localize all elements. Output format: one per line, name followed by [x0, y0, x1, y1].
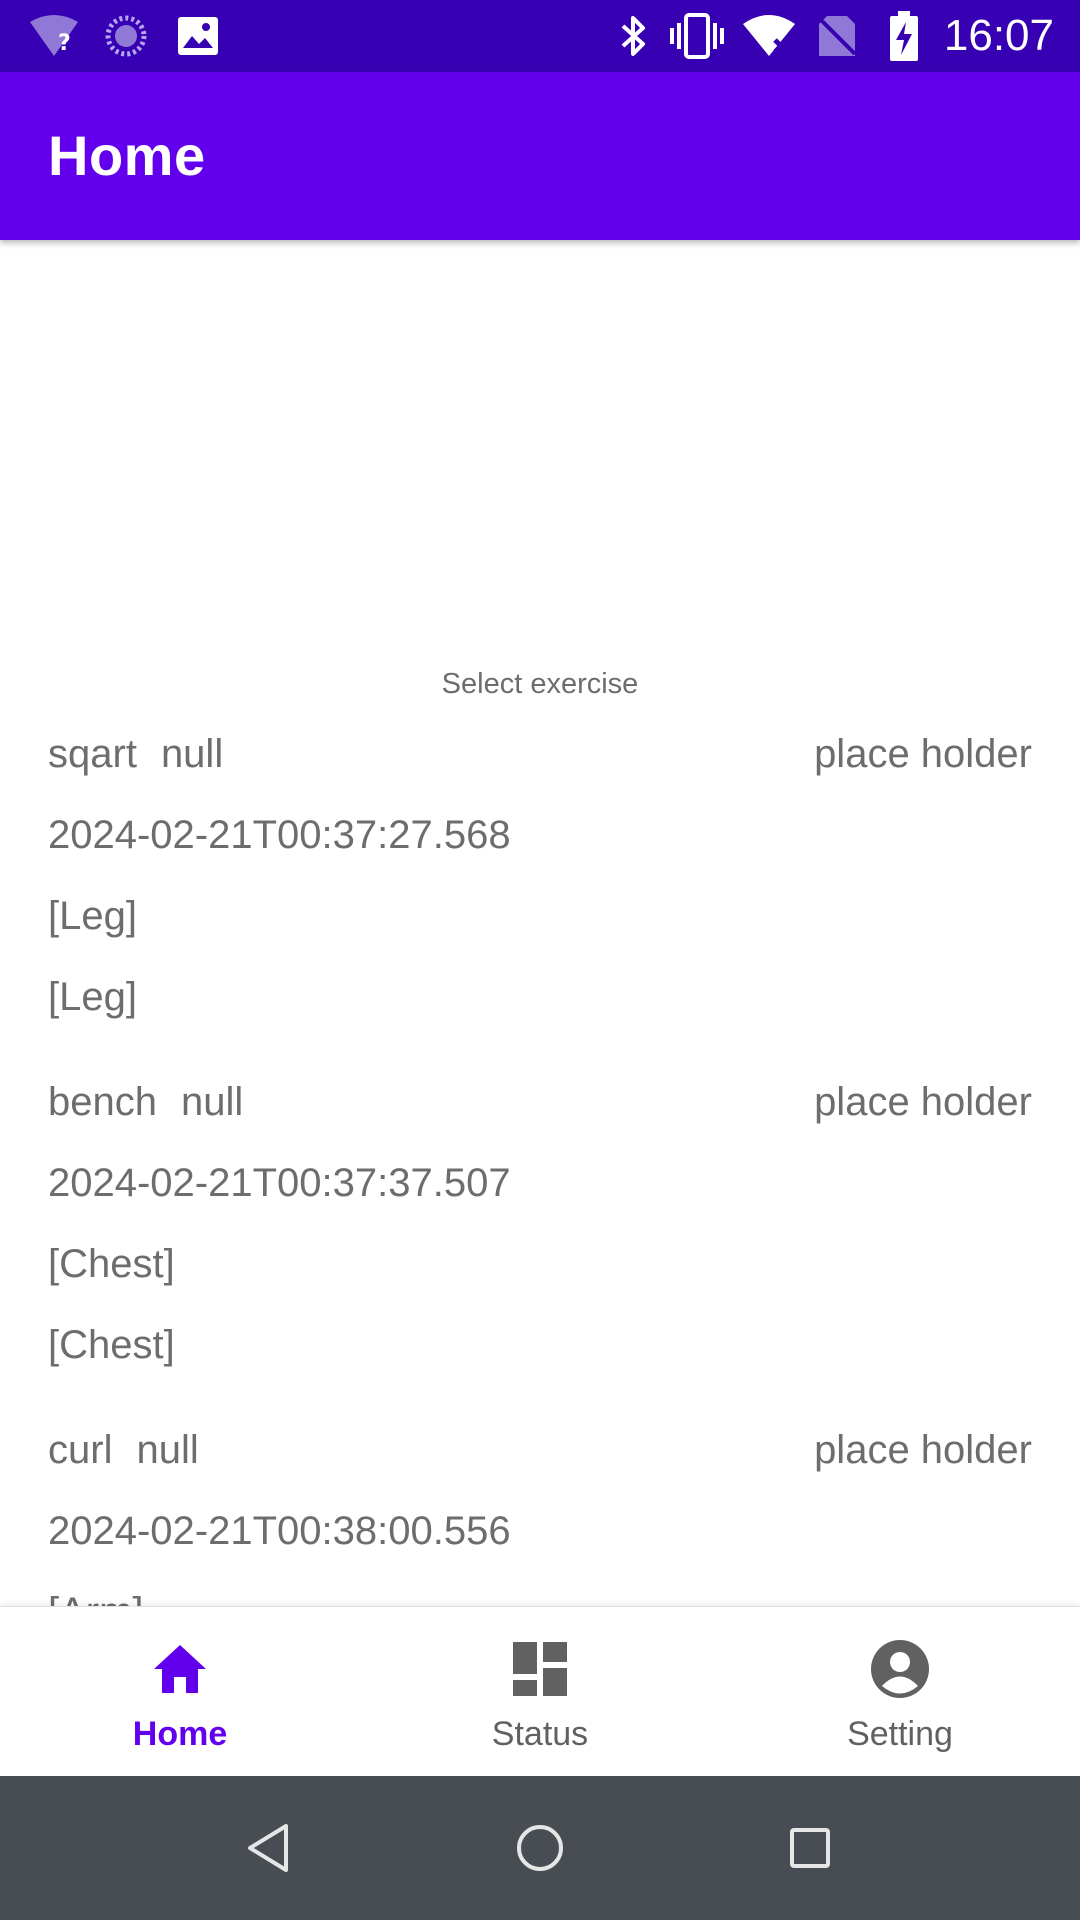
- record-placeholder: place holder: [814, 1080, 1032, 1124]
- wifi-unknown-icon: ?: [26, 0, 82, 72]
- svg-text:?: ?: [58, 31, 71, 56]
- record-placeholder: place holder: [814, 732, 1032, 776]
- nav-label: Setting: [847, 1715, 953, 1753]
- nav-label: Status: [491, 1715, 589, 1753]
- nav-item-status[interactable]: Status: [360, 1607, 720, 1777]
- record-tag: [Arm]: [48, 1590, 144, 1606]
- nav-item-home[interactable]: Home: [0, 1607, 360, 1777]
- record-name-row: bench null: [48, 1080, 243, 1125]
- app-bar: Home: [0, 72, 1080, 240]
- record-timestamp: 2024-02-21T00:37:27.568: [48, 813, 511, 857]
- battery-charging-icon: [884, 0, 924, 72]
- list-item[interactable]: sqart null place holder 2024-02-21T00:37:…: [0, 732, 1080, 1080]
- status-bar: ? 16:07: [0, 0, 1080, 72]
- back-icon[interactable]: [240, 1818, 300, 1878]
- image-icon: [174, 0, 222, 72]
- wifi-off-icon: [740, 0, 798, 72]
- record-value: null: [180, 1080, 244, 1124]
- nav-item-setting[interactable]: Setting: [720, 1607, 1080, 1777]
- record-tag: [Leg]: [48, 894, 137, 938]
- home-icon: [150, 1639, 210, 1699]
- record-placeholder: place holder: [814, 1428, 1032, 1472]
- account-circle-icon: [870, 1639, 930, 1699]
- recents-icon[interactable]: [780, 1818, 840, 1878]
- bottom-navigation: Home Status Setting: [0, 1606, 1080, 1777]
- record-name: sqart: [48, 732, 137, 776]
- main-content[interactable]: Select exercise sqart null place holder 2…: [0, 240, 1080, 1606]
- nav-label: Home: [132, 1715, 228, 1753]
- record-name: curl: [48, 1428, 113, 1472]
- record-name-row: curl null: [48, 1428, 199, 1473]
- record-timestamp: 2024-02-21T00:38:00.556: [48, 1509, 511, 1553]
- record-tag: [Chest]: [48, 1323, 175, 1367]
- loading-icon: [100, 0, 152, 72]
- dashboard-icon: [510, 1639, 570, 1699]
- record-tag: [Chest]: [48, 1242, 175, 1286]
- record-value: null: [136, 1428, 199, 1472]
- home-circle-icon[interactable]: [510, 1818, 570, 1878]
- vibrate-icon: [668, 0, 726, 72]
- status-time: 16:07: [943, 11, 1054, 60]
- system-navigation-bar: [0, 1776, 1080, 1920]
- record-timestamp: 2024-02-21T00:37:37.507: [48, 1161, 511, 1205]
- select-exercise-label[interactable]: Select exercise: [0, 668, 1080, 701]
- bluetooth-icon: [614, 0, 654, 72]
- record-name-row: sqart null: [48, 732, 223, 777]
- list-item[interactable]: curl null place holder 2024-02-21T00:38:0…: [0, 1428, 1080, 1606]
- no-sim-icon: [812, 0, 862, 72]
- record-tag: [Leg]: [48, 975, 137, 1019]
- list-item[interactable]: bench null place holder 2024-02-21T00:37:…: [0, 1080, 1080, 1428]
- page-title: Home: [48, 124, 206, 187]
- record-value: null: [160, 732, 224, 776]
- record-name: bench: [48, 1080, 157, 1124]
